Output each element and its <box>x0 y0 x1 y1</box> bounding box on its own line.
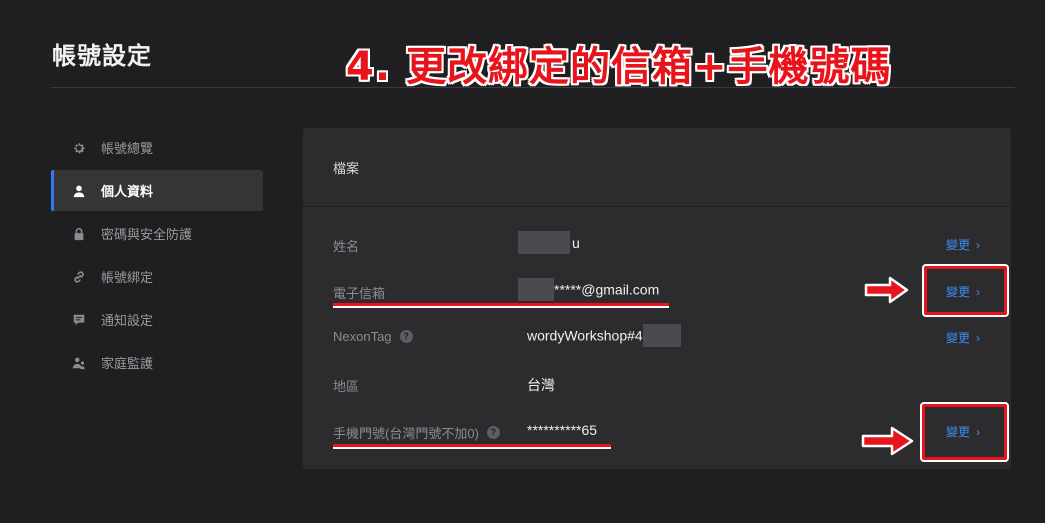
nexontag-value: wordyWorkshop#4 <box>527 324 681 347</box>
sidebar-item-label: 個人資料 <box>101 184 154 199</box>
arrow-right-icon <box>864 276 909 304</box>
sidebar-item-label: 帳號總覽 <box>101 141 154 156</box>
sidebar-item-label: 帳號綁定 <box>101 270 154 285</box>
redaction-mask <box>518 231 570 254</box>
sidebar-item-profile[interactable]: 個人資料 <box>51 170 263 211</box>
phone-change-highlight-box <box>920 402 1009 462</box>
sidebar: 帳號總覽 個人資料 密碼與安全防護 帳號綁定 通知設定 家庭監護 <box>51 127 263 385</box>
lock-icon <box>71 226 87 242</box>
phone-value: **********65 <box>527 422 598 438</box>
redaction-mask <box>642 324 681 347</box>
header-divider <box>51 87 1015 88</box>
message-icon <box>71 312 87 328</box>
person-icon <box>71 183 87 199</box>
link-icon <box>71 269 87 285</box>
email-underline-annotation <box>333 303 669 308</box>
email-value: *****@gmail.com <box>518 278 659 301</box>
row-region: 地區 台灣 <box>303 364 1011 404</box>
panel-header: 檔案 <box>303 128 1011 207</box>
name-value: u <box>518 231 580 254</box>
sidebar-item-password-security[interactable]: 密碼與安全防護 <box>51 213 263 254</box>
phone-underline-annotation <box>333 444 611 449</box>
sidebar-item-label: 家庭監護 <box>101 356 154 371</box>
sidebar-item-label: 密碼與安全防護 <box>101 227 193 242</box>
region-label: 地區 <box>333 379 360 394</box>
redaction-mask <box>518 278 554 301</box>
name-label: 姓名 <box>333 239 360 254</box>
email-label: 電子信箱 <box>333 286 386 301</box>
nexontag-label: NexonTag? <box>333 329 413 344</box>
arrow-right-icon <box>861 426 914 456</box>
help-icon[interactable]: ? <box>399 330 413 343</box>
sidebar-item-family-monitoring[interactable]: 家庭監護 <box>51 342 263 383</box>
phone-label: 手機門號(台灣門號不加0)? <box>333 423 500 442</box>
row-name: 姓名 u 變更 › <box>303 224 1011 264</box>
row-nexontag: NexonTag? wordyWorkshop#4 變更 › <box>303 317 1011 357</box>
change-nexontag-link[interactable]: 變更 › <box>946 329 980 346</box>
sidebar-item-account-linking[interactable]: 帳號綁定 <box>51 256 263 297</box>
gear-icon <box>71 140 87 156</box>
sidebar-item-notifications[interactable]: 通知設定 <box>51 299 263 340</box>
chevron-right-icon: › <box>976 330 981 345</box>
annotation-title: 4. 更改綁定的信箱+手機號碼 <box>346 44 892 90</box>
email-change-highlight-box <box>922 264 1009 317</box>
sidebar-item-account-overview[interactable]: 帳號總覽 <box>51 127 263 168</box>
help-icon[interactable]: ? <box>486 426 500 439</box>
sidebar-item-label: 通知設定 <box>101 313 154 328</box>
family-icon <box>71 355 87 371</box>
page-title: 帳號設定 <box>52 43 152 70</box>
change-name-link[interactable]: 變更 › <box>946 236 980 253</box>
region-value: 台灣 <box>527 377 555 393</box>
chevron-right-icon: › <box>976 237 981 252</box>
